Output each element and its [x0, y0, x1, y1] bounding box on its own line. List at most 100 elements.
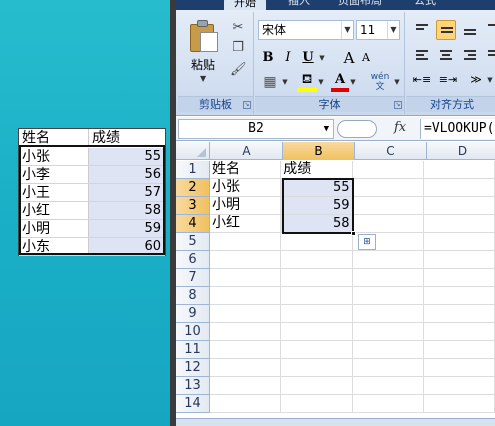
font-dialog-launcher-icon[interactable]: ↘ [394, 101, 402, 109]
name-box-dropdown-icon[interactable]: ▼ [324, 120, 329, 138]
cell-a[interactable] [210, 305, 282, 322]
cell-d[interactable] [424, 323, 495, 340]
row-header[interactable]: 4 [176, 215, 210, 233]
cell-b[interactable]: 成绩 [281, 161, 353, 178]
row-header[interactable]: 8 [176, 287, 210, 305]
cell-a[interactable]: 小张 [210, 179, 282, 196]
cell-b[interactable] [281, 395, 353, 412]
row-header[interactable]: 11 [176, 341, 210, 359]
cell-a[interactable]: 小红 [210, 215, 282, 232]
cell-a[interactable] [210, 395, 282, 412]
cell-c[interactable] [353, 251, 424, 268]
clipboard-dialog-launcher-icon[interactable]: ↘ [243, 101, 251, 109]
row-header[interactable]: 2 [176, 179, 210, 197]
row-header[interactable]: 12 [176, 359, 210, 377]
cell-c[interactable] [353, 215, 424, 232]
formula-input[interactable]: =VLOOKUP( [420, 119, 495, 139]
cell-a[interactable]: 姓名 [210, 161, 282, 178]
cell-a[interactable]: 小明 [210, 197, 282, 214]
text-direction-icon[interactable]: ≫ [466, 70, 486, 90]
cell-b[interactable] [281, 287, 353, 304]
cell-d[interactable] [424, 287, 495, 304]
cell-c[interactable] [353, 161, 424, 178]
cell-b[interactable] [281, 341, 353, 358]
cell-a[interactable] [210, 377, 282, 394]
cell-b[interactable]: 55 [281, 179, 353, 196]
row-header[interactable]: 9 [176, 305, 210, 323]
cell-c[interactable] [353, 323, 424, 340]
cell-b[interactable] [281, 377, 353, 394]
row-header[interactable]: 14 [176, 395, 210, 413]
row-header[interactable]: 13 [176, 377, 210, 395]
cell-c[interactable] [353, 179, 424, 196]
font-color-button[interactable]: A [331, 72, 349, 92]
insert-function-icon[interactable]: fx [394, 120, 406, 135]
cell-d[interactable] [424, 359, 495, 376]
text-direction-dropdown-icon[interactable]: ▼ [486, 70, 494, 90]
column-header-c[interactable]: C [355, 142, 427, 160]
cell-a[interactable] [210, 359, 282, 376]
cell-d[interactable] [424, 197, 495, 214]
cell-d[interactable] [424, 341, 495, 358]
fill-handle[interactable] [351, 231, 356, 236]
align-left-icon[interactable] [412, 46, 432, 66]
cell-d[interactable] [424, 305, 495, 322]
fill-color-dropdown-icon[interactable]: ▼ [317, 72, 325, 92]
cell-b[interactable] [281, 305, 353, 322]
borders-dropdown-icon[interactable]: ▼ [281, 72, 289, 92]
cell-b[interactable]: 59 [281, 197, 353, 214]
phonetic-guide-button[interactable]: wén 文 [367, 72, 393, 92]
cell-b[interactable] [281, 233, 353, 250]
shrink-font-button[interactable]: A [359, 48, 373, 68]
borders-icon[interactable]: ▦ [259, 72, 281, 92]
underline-button[interactable]: U [299, 48, 317, 68]
cell-d[interactable] [424, 395, 495, 412]
cell-a[interactable] [210, 341, 282, 358]
tab-home[interactable]: 开始 [224, 0, 266, 10]
tab-formulas[interactable]: 公式 [414, 0, 436, 8]
paste-icon[interactable] [190, 20, 220, 52]
align-right-icon[interactable] [460, 46, 480, 66]
cell-c[interactable] [353, 305, 424, 322]
cell-c[interactable] [353, 359, 424, 376]
tab-page-layout[interactable]: 页面布局 [338, 0, 382, 8]
cell-a[interactable] [210, 323, 282, 340]
cell-d[interactable] [424, 269, 495, 286]
align-center-icon[interactable] [436, 46, 456, 66]
font-size-dropdown-icon[interactable]: ▼ [387, 21, 399, 39]
grow-font-button[interactable]: A [341, 48, 357, 68]
wrap-text-icon[interactable] [484, 46, 495, 66]
italic-button[interactable]: I [279, 48, 297, 68]
column-header-d[interactable]: D [427, 142, 495, 160]
cell-c[interactable] [353, 395, 424, 412]
font-color-dropdown-icon[interactable]: ▼ [349, 72, 357, 92]
tab-insert[interactable]: 插入 [288, 0, 310, 8]
cell-b[interactable] [281, 251, 353, 268]
copy-icon[interactable]: ❐ [230, 40, 246, 56]
fill-color-icon[interactable]: ⛾ [297, 72, 317, 92]
cell-b[interactable] [281, 323, 353, 340]
name-box[interactable]: B2 ▼ [178, 119, 334, 139]
orientation-icon[interactable] [484, 20, 495, 40]
cut-icon[interactable]: ✂ [230, 20, 246, 36]
align-bottom-icon[interactable] [460, 20, 480, 40]
row-header[interactable]: 3 [176, 197, 210, 215]
cell-d[interactable] [424, 215, 495, 232]
paste-options-icon[interactable]: ⊞ [358, 234, 376, 250]
cell-b[interactable] [281, 359, 353, 376]
row-header[interactable]: 6 [176, 251, 210, 269]
align-top-icon[interactable] [412, 20, 432, 40]
row-header[interactable]: 10 [176, 323, 210, 341]
cell-b[interactable] [281, 269, 353, 286]
cell-c[interactable] [353, 377, 424, 394]
cell-d[interactable] [424, 377, 495, 394]
increase-indent-icon[interactable]: ≡⇥ [438, 70, 458, 90]
row-header[interactable]: 7 [176, 269, 210, 287]
font-name-select[interactable]: 宋体 ▼ [258, 20, 354, 40]
row-header[interactable]: 1 [176, 161, 210, 179]
underline-dropdown-icon[interactable]: ▼ [317, 48, 327, 68]
paste-button-label[interactable]: 粘贴 [191, 56, 215, 73]
column-header-b[interactable]: B [283, 142, 355, 160]
paste-dropdown-arrow[interactable]: ▼ [200, 74, 206, 83]
cell-a[interactable] [210, 251, 282, 268]
